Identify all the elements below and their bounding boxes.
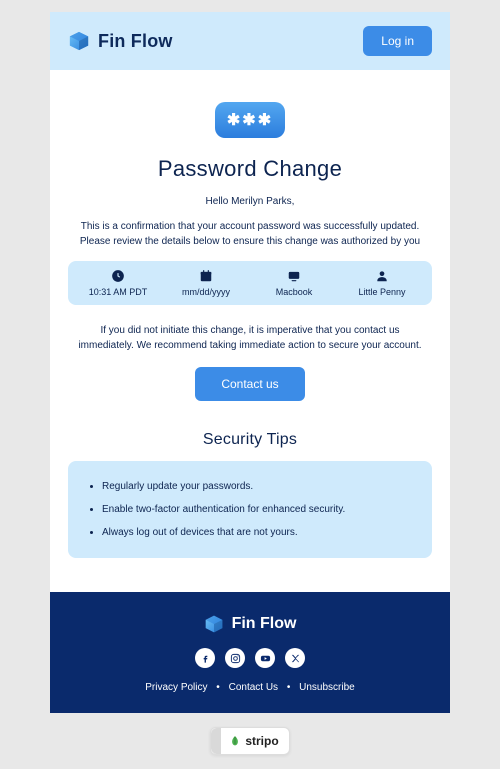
page-title: Password Change — [68, 156, 432, 182]
logo-cube-icon — [204, 614, 224, 634]
detail-date: mm/dd/yyyy — [162, 269, 250, 297]
tips-title: Security Tips — [68, 431, 432, 449]
logo: Fin Flow — [68, 30, 173, 52]
brand-name: Fin Flow — [98, 31, 173, 52]
stripo-badge[interactable]: stripo — [210, 727, 289, 755]
detail-device: Macbook — [250, 269, 338, 297]
facebook-icon[interactable] — [195, 648, 215, 668]
x-twitter-icon[interactable] — [285, 648, 305, 668]
youtube-icon[interactable] — [255, 648, 275, 668]
footer-logo: Fin Flow — [68, 614, 432, 634]
greeting: Hello Merilyn Parks, — [68, 196, 432, 207]
calendar-icon — [199, 269, 213, 283]
detail-date-label: mm/dd/yyyy — [182, 287, 230, 297]
detail-time-label: 10:31 AM PDT — [89, 287, 148, 297]
email-container: Fin Flow Log in ✱✱✱ Password Change Hell… — [50, 12, 450, 713]
footer-brand-name: Fin Flow — [232, 615, 297, 633]
detail-time: 10:31 AM PDT — [74, 269, 162, 297]
stripo-leaf-icon — [229, 735, 241, 747]
clock-icon — [111, 269, 125, 283]
privacy-link[interactable]: Privacy Policy — [145, 682, 207, 693]
tips-box: Regularly update your passwords. Enable … — [68, 461, 432, 558]
stripo-text: stripo — [245, 734, 278, 748]
instagram-icon[interactable] — [225, 648, 245, 668]
tip-item: Regularly update your passwords. — [102, 475, 414, 498]
social-links — [68, 648, 432, 668]
detail-location: Little Penny — [338, 269, 426, 297]
detail-device-label: Macbook — [276, 287, 313, 297]
badge-tab — [211, 728, 221, 754]
password-icon: ✱✱✱ — [215, 102, 285, 138]
separator: • — [216, 682, 220, 693]
footer: Fin Flow Privacy Policy • Contact Us • U… — [50, 592, 450, 713]
footer-links: Privacy Policy • Contact Us • Unsubscrib… — [68, 682, 432, 693]
body-area: ✱✱✱ Password Change Hello Merilyn Parks,… — [50, 70, 450, 592]
login-button[interactable]: Log in — [363, 26, 432, 56]
detail-location-label: Little Penny — [358, 287, 405, 297]
contact-us-button[interactable]: Contact us — [195, 367, 304, 401]
device-icon — [287, 269, 301, 283]
header: Fin Flow Log in — [50, 12, 450, 70]
unsubscribe-link[interactable]: Unsubscribe — [299, 682, 355, 693]
separator: • — [287, 682, 291, 693]
details-bar: 10:31 AM PDT mm/dd/yyyy Macbook Little P… — [68, 261, 432, 305]
warning-paragraph: If you did not initiate this change, it … — [68, 323, 432, 353]
tip-item: Enable two-factor authentication for enh… — [102, 498, 414, 521]
logo-cube-icon — [68, 30, 90, 52]
tip-item: Always log out of devices that are not y… — [102, 521, 414, 544]
person-pin-icon — [375, 269, 389, 283]
confirmation-paragraph: This is a confirmation that your account… — [68, 219, 432, 249]
contact-link[interactable]: Contact Us — [229, 682, 278, 693]
